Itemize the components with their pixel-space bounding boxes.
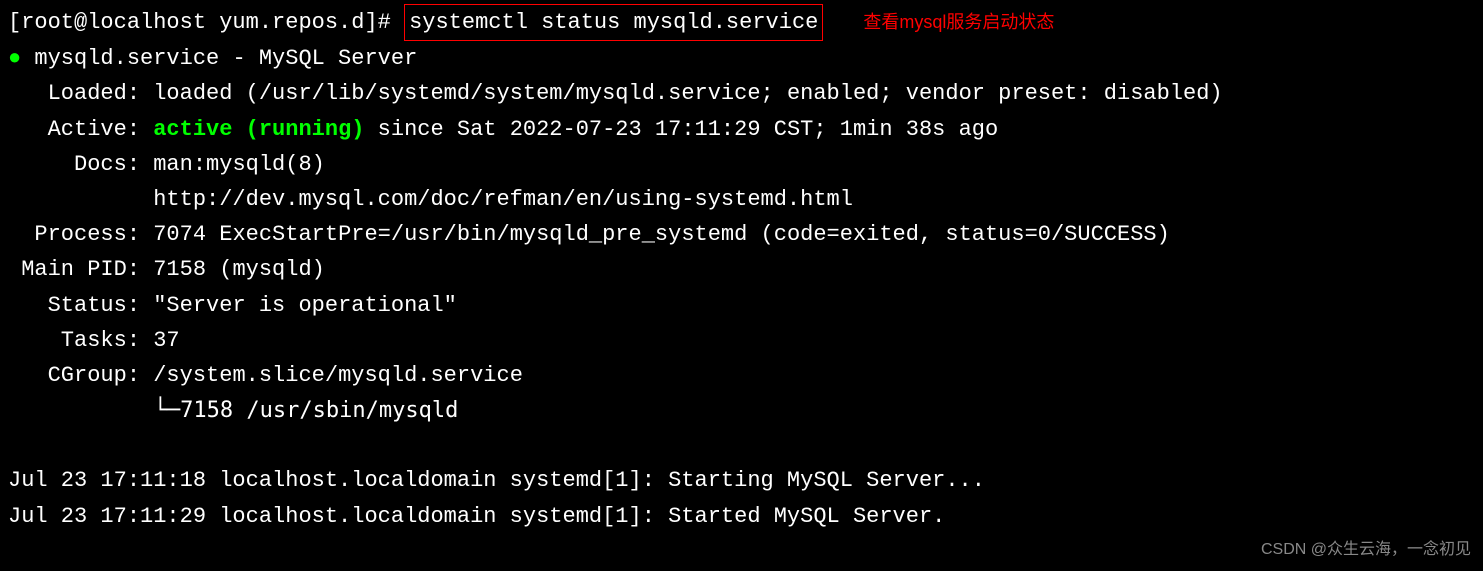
command-text[interactable]: systemctl status mysqld.service (409, 10, 818, 35)
docs-line2: http://dev.mysql.com/doc/refman/en/using… (8, 182, 1475, 217)
status-line: Status: "Server is operational" (8, 288, 1475, 323)
tasks-label: Tasks: (8, 328, 140, 353)
cgroup-value: /system.slice/mysqld.service (153, 363, 523, 388)
active-label: Active: (8, 117, 140, 142)
cgroup-line: CGroup: /system.slice/mysqld.service (8, 358, 1475, 393)
status-value: "Server is operational" (153, 293, 457, 318)
active-line: Active: active (running) since Sat 2022-… (8, 112, 1475, 147)
main-pid-label: Main PID: (8, 257, 140, 282)
docs-line1: Docs: man:mysqld(8) (8, 147, 1475, 182)
active-status: active (running) (153, 117, 364, 142)
docs-label: Docs: (8, 152, 140, 177)
main-pid-line: Main PID: 7158 (mysqld) (8, 252, 1475, 287)
process-line: Process: 7074 ExecStartPre=/usr/bin/mysq… (8, 217, 1475, 252)
tasks-line: Tasks: 37 (8, 323, 1475, 358)
service-header: mysqld.service - MySQL Server (34, 46, 417, 71)
shell-prompt: [root@localhost yum.repos.d]# (8, 10, 391, 35)
loaded-label: Loaded: (8, 81, 140, 106)
loaded-line: Loaded: loaded (/usr/lib/systemd/system/… (8, 76, 1475, 111)
cgroup-tree-line: └─7158 /usr/sbin/mysqld (8, 393, 1475, 428)
watermark-text: CSDN @众生云海，一念初见 (1261, 537, 1471, 563)
main-pid-value: 7158 (mysqld) (153, 257, 325, 282)
journal-line2: Jul 23 17:11:29 localhost.localdomain sy… (8, 499, 1475, 534)
cgroup-label: CGroup: (8, 363, 140, 388)
service-header-line: ● mysqld.service - MySQL Server (8, 41, 1475, 76)
status-label: Status: (8, 293, 140, 318)
journal-line1: Jul 23 17:11:18 localhost.localdomain sy… (8, 463, 1475, 498)
prompt-line: [root@localhost yum.repos.d]# systemctl … (8, 4, 1475, 41)
status-bullet-icon: ● (8, 46, 21, 71)
process-label: Process: (8, 222, 140, 247)
annotation-text: 查看mysql服务启动状态 (863, 12, 1054, 32)
process-value: 7074 ExecStartPre=/usr/bin/mysqld_pre_sy… (153, 222, 1170, 247)
loaded-value: loaded (/usr/lib/systemd/system/mysqld.s… (153, 81, 1222, 106)
tasks-value: 37 (153, 328, 179, 353)
docs-value1: man:mysqld(8) (153, 152, 325, 177)
command-highlight-box: systemctl status mysqld.service (404, 4, 823, 41)
blank-line (8, 428, 1475, 463)
active-since: since Sat 2022-07-23 17:11:29 CST; 1min … (378, 117, 999, 142)
